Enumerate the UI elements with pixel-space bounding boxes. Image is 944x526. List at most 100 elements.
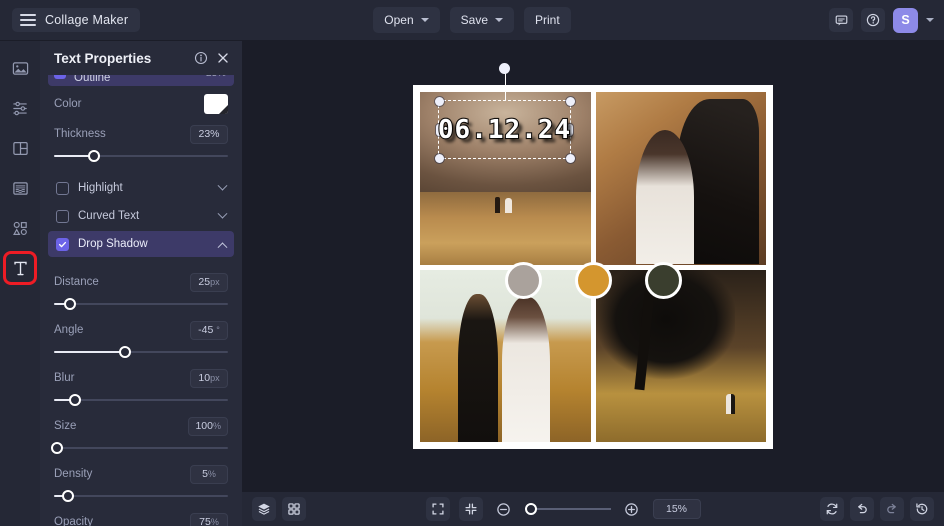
avatar[interactable]: S — [893, 8, 918, 33]
photo-couple-embrace[interactable] — [596, 92, 767, 265]
distance-label: Distance — [54, 276, 99, 288]
outline-color-label: Color — [54, 98, 81, 110]
opacity-value[interactable]: 75% — [190, 513, 228, 526]
density-value[interactable]: 5% — [190, 465, 228, 484]
size-row: Size 100% — [54, 411, 228, 441]
slider-track — [54, 447, 228, 449]
zoom-level-value[interactable]: 15% — [653, 499, 701, 519]
print-label: Print — [535, 13, 560, 27]
panel-body: Outline 23% Color Thickness 23% — [40, 75, 242, 526]
shrink-icon[interactable] — [459, 497, 483, 521]
blur-unit: px — [210, 373, 220, 383]
thickness-value[interactable]: 23% — [190, 125, 228, 144]
toggle-curved-text[interactable]: Curved Text — [48, 203, 234, 229]
drop-shadow-label: Drop Shadow — [78, 238, 219, 250]
toggle-drop-shadow[interactable]: Drop Shadow — [48, 231, 234, 257]
text-selection-frame[interactable]: 06.12.24 — [438, 100, 571, 159]
distance-number: 25 — [198, 276, 210, 288]
outline-toggle-row-clipped[interactable]: Outline 23% — [48, 75, 234, 86]
fit-screen-icon[interactable] — [426, 497, 450, 521]
comment-icon[interactable] — [829, 8, 853, 32]
blur-number: 10 — [198, 372, 210, 384]
curved-text-checkbox[interactable] — [56, 210, 69, 223]
slider-knob[interactable] — [51, 442, 63, 454]
resize-handle-top-left[interactable] — [435, 97, 444, 106]
rotate-handle[interactable] — [499, 63, 510, 74]
slider-knob[interactable] — [69, 394, 81, 406]
resize-handle-bottom-left[interactable] — [435, 154, 444, 163]
chevron-down-icon[interactable] — [218, 208, 228, 218]
distance-row: Distance 25px — [54, 267, 228, 297]
highlight-checkbox[interactable] — [56, 182, 69, 195]
canvas-area[interactable]: 06.12.24 — [242, 41, 944, 491]
slider-knob[interactable] — [62, 490, 74, 502]
swatch-taupe[interactable] — [505, 262, 542, 299]
drop-shadow-checkbox[interactable] — [56, 238, 69, 251]
slider-knob[interactable] — [88, 150, 100, 162]
rail-item-image[interactable] — [7, 55, 33, 81]
save-button[interactable]: Save — [450, 7, 514, 33]
slider-knob[interactable] — [119, 346, 131, 358]
reset-icon[interactable] — [820, 497, 844, 521]
open-button[interactable]: Open — [373, 7, 439, 33]
size-number: 100 — [195, 420, 213, 432]
angle-value[interactable]: -45 ° — [190, 321, 228, 340]
thickness-row: Thickness 23% — [54, 119, 228, 149]
blur-value[interactable]: 10px — [190, 369, 228, 388]
swatch-olive[interactable] — [645, 262, 682, 299]
open-label: Open — [384, 13, 413, 27]
rail-item-text[interactable] — [7, 255, 33, 281]
info-icon[interactable] — [194, 51, 208, 65]
zoom-slider-knob[interactable] — [525, 503, 537, 515]
blur-row: Blur 10px — [54, 363, 228, 393]
history-icon[interactable] — [910, 497, 934, 521]
slider-knob[interactable] — [64, 298, 76, 310]
app-root: Collage Maker Open Save Print S — [0, 0, 944, 526]
opacity-label: Opacity — [54, 516, 93, 526]
size-value[interactable]: 100% — [188, 417, 228, 436]
zoom-slider[interactable] — [525, 502, 611, 516]
panel-rows: Color Thickness 23% Highlight — [40, 89, 242, 526]
highlight-label: Highlight — [78, 182, 219, 194]
close-icon[interactable] — [216, 51, 230, 65]
date-text-object[interactable]: 06.12.24 — [438, 115, 571, 145]
distance-slider[interactable] — [54, 295, 228, 313]
left-tool-rail — [0, 41, 40, 526]
rail-item-shapes[interactable] — [7, 215, 33, 241]
chevron-down-icon — [495, 18, 503, 22]
help-icon[interactable] — [861, 8, 885, 32]
curved-text-label: Curved Text — [78, 210, 219, 222]
rotate-stem — [505, 71, 506, 101]
resize-handle-bottom-right[interactable] — [566, 154, 575, 163]
rail-item-layout[interactable] — [7, 135, 33, 161]
rail-item-background[interactable] — [7, 175, 33, 201]
zoom-out-icon[interactable] — [492, 497, 516, 521]
grid-icon[interactable] — [282, 497, 306, 521]
layers-icon[interactable] — [252, 497, 276, 521]
chevron-down-icon[interactable] — [926, 18, 934, 22]
top-center-actions: Open Save Print — [0, 7, 944, 33]
redo-icon[interactable] — [880, 497, 904, 521]
chevron-down-icon — [421, 18, 429, 22]
angle-slider[interactable] — [54, 343, 228, 361]
distance-value[interactable]: 25px — [190, 273, 228, 292]
thickness-slider[interactable] — [54, 147, 228, 165]
toggle-highlight[interactable]: Highlight — [48, 175, 234, 201]
undo-icon[interactable] — [850, 497, 874, 521]
collage-stage[interactable]: 06.12.24 — [413, 85, 773, 449]
print-button[interactable]: Print — [524, 7, 571, 33]
chevron-down-icon[interactable] — [218, 180, 228, 190]
rail-item-adjustments[interactable] — [7, 95, 33, 121]
swatch-amber[interactable] — [575, 262, 612, 299]
density-row: Density 5% — [54, 459, 228, 489]
resize-handle-top-right[interactable] — [566, 97, 575, 106]
outline-color-swatch[interactable] — [204, 94, 228, 114]
zoom-in-icon[interactable] — [620, 497, 644, 521]
blur-slider[interactable] — [54, 391, 228, 409]
outline-checkbox[interactable] — [54, 75, 66, 79]
bottom-bar: 15% — [242, 491, 944, 526]
angle-number: -45 — [198, 324, 213, 336]
density-slider[interactable] — [54, 487, 228, 505]
size-slider[interactable] — [54, 439, 228, 457]
chevron-up-icon[interactable] — [218, 242, 228, 252]
